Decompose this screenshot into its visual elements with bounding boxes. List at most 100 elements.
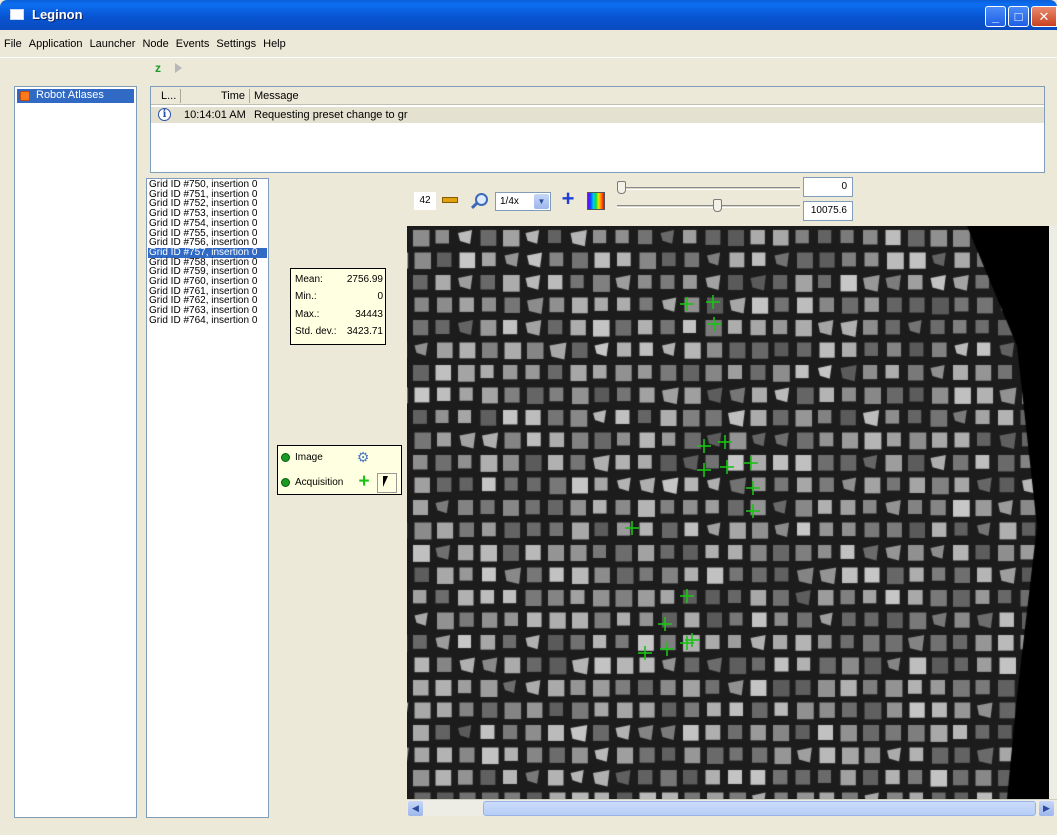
target-marker-icon[interactable] xyxy=(744,456,758,470)
grid-list: Grid ID #750, insertion 0 Grid ID #751, i… xyxy=(146,178,269,818)
chevron-down-icon[interactable]: ▼ xyxy=(534,194,549,209)
target-marker-icon[interactable] xyxy=(746,504,760,518)
stat-value: 34443 xyxy=(355,309,383,320)
grid-list-item[interactable]: Grid ID #758, insertion 0 xyxy=(148,257,267,267)
node-item-robot-atlases[interactable]: Robot Atlases xyxy=(17,89,134,103)
add-target-icon[interactable]: + xyxy=(354,472,374,493)
menu-events[interactable]: Events xyxy=(172,30,213,50)
stat-value: 3423.71 xyxy=(346,326,383,337)
menu-help[interactable]: Help xyxy=(259,30,289,50)
grid-list-item[interactable]: Grid ID #752, insertion 0 xyxy=(148,199,267,209)
status-bar xyxy=(0,820,1057,835)
crosshair-icon[interactable]: + xyxy=(559,188,577,210)
max-value-field[interactable]: 10075.6 xyxy=(803,201,853,221)
target-row-acquisition: Acquisition + xyxy=(278,471,401,495)
grid-list-item[interactable]: Grid ID #764, insertion 0 xyxy=(148,315,267,325)
minimize-button[interactable]: _ xyxy=(985,6,1006,27)
log-message: Requesting preset change to gr xyxy=(254,109,408,121)
slider-track xyxy=(617,205,800,208)
node-list: Robot Atlases xyxy=(14,86,137,818)
target-marker-icon[interactable] xyxy=(680,589,694,603)
ruler-icon[interactable] xyxy=(442,197,458,203)
scroll-right-icon[interactable]: ▶ xyxy=(1039,801,1054,816)
vertical-scrollbar[interactable] xyxy=(1049,226,1057,799)
stat-label: Mean: xyxy=(295,274,323,285)
maximize-button[interactable]: □ xyxy=(1008,6,1029,27)
target-marker-icon[interactable] xyxy=(746,481,760,495)
min-slider[interactable] xyxy=(617,180,800,200)
log-time: 10:14:01 AM xyxy=(184,109,246,121)
close-button[interactable]: ✕ xyxy=(1031,6,1057,27)
zoom-icon[interactable] xyxy=(470,192,488,210)
grid-list-item[interactable]: Grid ID #762, insertion 0 xyxy=(148,296,267,306)
target-marker-icon[interactable] xyxy=(706,295,720,309)
grid-list-item[interactable]: Grid ID #761, insertion 0 xyxy=(148,286,267,296)
slider-thumb[interactable] xyxy=(617,181,626,194)
menu-launcher[interactable]: Launcher xyxy=(86,30,139,50)
target-panel: Image ⚙ Acquisition + xyxy=(277,445,402,495)
stat-mean: Mean: 2756.99 xyxy=(295,274,383,288)
max-slider[interactable] xyxy=(617,198,800,218)
target-row-image: Image ⚙ xyxy=(278,446,401,470)
target-marker-icon[interactable] xyxy=(680,297,694,311)
min-value-field[interactable]: 0 xyxy=(803,177,853,197)
window-title: Leginon xyxy=(32,7,83,22)
scroll-thumb[interactable] xyxy=(483,801,1036,816)
scroll-left-icon[interactable]: ◀ xyxy=(408,801,423,816)
target-marker-icon[interactable] xyxy=(718,435,732,449)
maximize-icon: □ xyxy=(1014,9,1023,24)
info-icon: i xyxy=(158,108,171,121)
grid-list-item[interactable]: Grid ID #760, insertion 0 xyxy=(148,277,267,287)
target-marker-icon[interactable] xyxy=(720,460,734,474)
log-col-separator xyxy=(249,89,250,103)
menu-node[interactable]: Node xyxy=(138,30,171,50)
grid-list-item[interactable]: Grid ID #755, insertion 0 xyxy=(148,228,267,238)
menu-application[interactable]: Application xyxy=(25,30,86,50)
target-marker-icon[interactable] xyxy=(697,463,711,477)
select-tool-button[interactable] xyxy=(377,473,397,493)
grid-list-item[interactable]: Grid ID #763, insertion 0 xyxy=(148,306,267,316)
slider-thumb[interactable] xyxy=(712,199,722,212)
log-col-time[interactable]: Time xyxy=(221,90,245,102)
stat-value: 2756.99 xyxy=(346,274,383,285)
stat-min: Min.: 0 xyxy=(295,291,383,305)
grid-list-item[interactable]: Grid ID #759, insertion 0 xyxy=(148,267,267,277)
stat-std: Std. dev.: 3423.71 xyxy=(295,326,383,340)
node-icon xyxy=(20,91,30,101)
grid-list-item[interactable]: Grid ID #751, insertion 0 xyxy=(148,189,267,199)
log-row[interactable]: i 10:14:01 AM Requesting preset change t… xyxy=(151,107,1044,123)
target-marker-icon[interactable] xyxy=(707,317,721,331)
target-marker-icon[interactable] xyxy=(658,617,672,631)
log-col-separator xyxy=(180,89,181,103)
status-dot-icon xyxy=(281,453,290,462)
grid-list-item[interactable]: Grid ID #750, insertion 0 xyxy=(148,180,267,190)
image-view[interactable] xyxy=(407,226,1053,799)
colormap-icon[interactable] xyxy=(587,192,605,210)
refresh-icon[interactable]: z xyxy=(150,60,166,76)
grid-list-item[interactable]: Grid ID #754, insertion 0 xyxy=(148,218,267,228)
zoom-select-value: 1/4x xyxy=(500,196,519,207)
target-label: Image xyxy=(295,452,323,463)
target-marker-icon[interactable] xyxy=(660,642,674,656)
close-icon: ✕ xyxy=(1038,9,1050,24)
menu-settings[interactable]: Settings xyxy=(212,30,259,50)
grid-list-item[interactable]: Grid ID #753, insertion 0 xyxy=(148,209,267,219)
app-icon xyxy=(10,9,24,20)
slider-track xyxy=(617,187,800,190)
log-col-message[interactable]: Message xyxy=(254,90,299,102)
log-header: L... Time Message xyxy=(151,87,1044,105)
grid-list-item[interactable]: Grid ID #756, insertion 0 xyxy=(148,238,267,248)
target-marker-icon[interactable] xyxy=(638,646,652,660)
target-marker-icon[interactable] xyxy=(625,521,639,535)
stat-value: 0 xyxy=(377,291,383,302)
settings-icon[interactable]: ⚙ xyxy=(353,448,373,468)
stat-label: Min.: xyxy=(295,291,317,302)
message-log: L... Time Message i 10:14:01 AM Requesti… xyxy=(150,86,1045,173)
play-icon[interactable] xyxy=(170,60,186,76)
horizontal-scrollbar[interactable]: ◀ ▶ xyxy=(407,799,1057,816)
stat-label: Max.: xyxy=(295,309,320,320)
log-col-level[interactable]: L... xyxy=(161,90,176,102)
target-marker-icon[interactable] xyxy=(697,439,711,453)
zoom-select[interactable]: 1/4x ▼ xyxy=(495,192,551,211)
menu-file[interactable]: File xyxy=(0,30,25,50)
